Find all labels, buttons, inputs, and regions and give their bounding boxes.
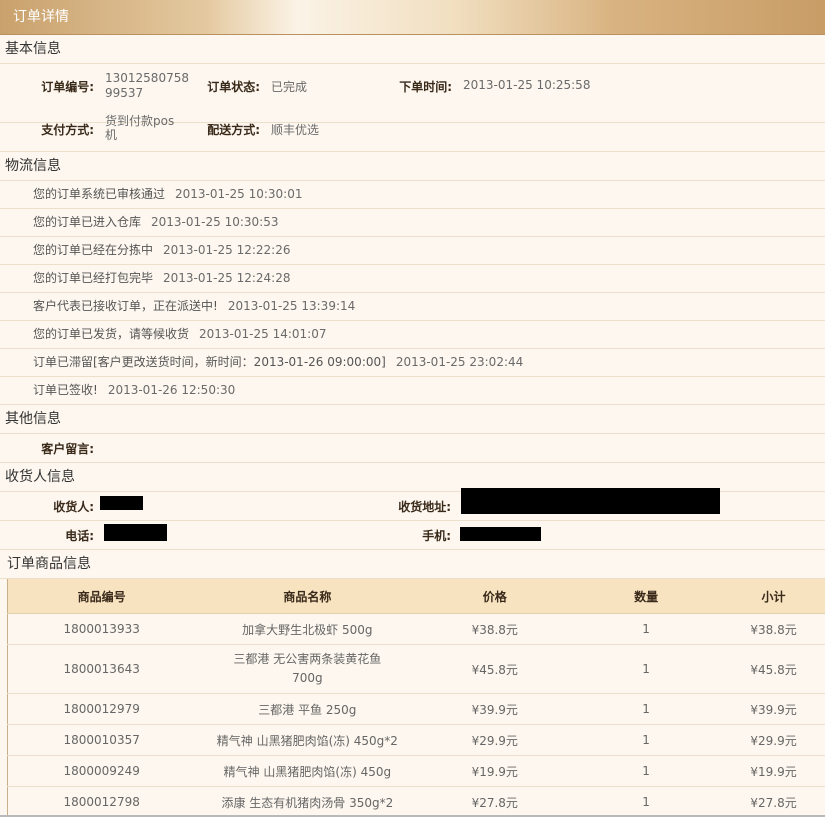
section-other-info: 其他信息 [0,405,825,434]
cell-price: ¥19.9元 [419,756,570,787]
cell-qty: 1 [570,787,722,818]
cell-id: 1800012979 [8,694,196,725]
cell-price: ¥45.8元 [419,645,570,694]
window-title: 订单详情 [0,0,825,35]
logistics-time: 2013-01-25 12:24:28 [163,271,290,285]
cell-id: 1800009249 [8,756,196,787]
logistics-time: 2013-01-25 23:02:44 [396,355,523,369]
cell-name: 三都港 无公害两条装黄花鱼 700g [217,650,397,688]
receiver-row-1: 收货人: 收货地址: [0,492,825,521]
cell-name: 添康 生态有机猪肉汤骨 350g*2 [195,787,419,818]
payment-method-line2: 机 [105,126,117,143]
logistics-item: 订单已签收! 2013-01-26 12:50:30 [0,377,825,405]
cell-id: 1800012798 [8,787,196,818]
goods-table: 商品编号 商品名称 价格 数量 小计 1800013933 加拿大野生北极虾 5… [7,579,825,818]
cell-subtotal: ¥27.8元 [722,787,825,818]
order-status-value: 已完成 [271,78,307,95]
payment-method-label: 支付方式: [30,121,94,138]
redacted-phone [104,524,167,541]
cell-qty: 1 [570,756,722,787]
col-header-price: 价格 [419,579,570,614]
cell-qty: 1 [570,694,722,725]
table-row: 1800012979 三都港 平鱼 250g ¥39.9元 1 ¥39.9元 [8,694,825,725]
shipping-method-label: 配送方式: [196,121,260,138]
cell-name: 精气神 山黑猪肥肉馅(冻) 450g [195,756,419,787]
cell-subtotal: ¥19.9元 [722,756,825,787]
phone-label: 电话: [30,527,94,544]
logistics-item: 客户代表已接收订单，正在派送中! 2013-01-25 13:39:14 [0,293,825,321]
cell-price: ¥39.9元 [419,694,570,725]
cell-name: 精气神 山黑猪肥肉馅(冻) 450g*2 [195,725,419,756]
order-time-label: 下单时间: [388,78,452,95]
section-basic-info: 基本信息 [0,35,825,64]
redacted-mobile [460,527,541,541]
logistics-item: 订单已滞留[客户更改送货时间，新时间：2013-01-26 09:00:00] 2… [0,349,825,377]
logistics-text: 您的订单已进入仓库 [33,215,141,229]
cell-subtotal: ¥45.8元 [722,645,825,694]
order-status-label: 订单状态: [196,78,260,95]
cell-qty: 1 [570,614,722,645]
order-no-label: 订单编号: [30,78,94,95]
goods-table-header: 商品编号 商品名称 价格 数量 小计 [8,579,825,614]
bottom-scroll-edge [0,815,825,827]
order-time-value: 2013-01-25 10:25:58 [463,78,590,92]
logistics-time: 2013-01-25 14:01:07 [199,327,326,341]
logistics-time: 2013-01-25 10:30:53 [151,215,278,229]
table-row: 1800009249 精气神 山黑猪肥肉馅(冻) 450g ¥19.9元 1 ¥… [8,756,825,787]
customer-message-row: 客户留言: [0,434,825,463]
logistics-item: 您的订单已经打包完毕 2013-01-25 12:24:28 [0,265,825,293]
cell-name: 三都港 平鱼 250g [195,694,419,725]
cell-subtotal: ¥39.9元 [722,694,825,725]
table-row: 1800013933 加拿大野生北极虾 500g ¥38.8元 1 ¥38.8元 [8,614,825,645]
customer-message-label: 客户留言: [30,440,94,457]
logistics-item: 您的订单已进入仓库 2013-01-25 10:30:53 [0,209,825,237]
col-header-id: 商品编号 [8,579,196,614]
logistics-item: 您的订单系统已审核通过 2013-01-25 10:30:01 [0,181,825,209]
redacted-receiver-address [461,488,720,514]
cell-name-wrap: 三都港 无公害两条装黄花鱼 700g [195,645,419,694]
order-no-value-line2: 99537 [105,86,143,100]
redacted-receiver-name [100,496,143,510]
logistics-text: 您的订单已发货，请等候收货 [33,327,189,341]
section-logistics: 物流信息 [0,152,825,181]
logistics-time: 2013-01-25 12:22:26 [163,243,290,257]
col-header-subtotal: 小计 [722,579,825,614]
order-no-value-line1: 13012580758 [105,71,189,85]
cell-qty: 1 [570,725,722,756]
logistics-time: 2013-01-26 12:50:30 [108,383,235,397]
logistics-time: 2013-01-25 10:30:01 [175,187,302,201]
mobile-label: 手机: [385,527,451,544]
shipping-method-value: 顺丰优选 [271,121,319,138]
cell-subtotal: ¥38.8元 [722,614,825,645]
table-row: 1800013643 三都港 无公害两条装黄花鱼 700g ¥45.8元 1 ¥… [8,645,825,694]
section-order-goods: 订单商品信息 [0,550,825,579]
receiver-name-label: 收货人: [30,498,94,515]
basic-row-2: 支付方式: 货到付款pos 机 配送方式: 顺丰优选 [0,123,825,152]
logistics-text: 客户代表已接收订单，正在派送中! [33,299,218,313]
cell-id: 1800013933 [8,614,196,645]
cell-price: ¥27.8元 [419,787,570,818]
cell-id: 1800010357 [8,725,196,756]
receiver-address-label: 收货地址: [385,498,451,515]
cell-price: ¥38.8元 [419,614,570,645]
cell-qty: 1 [570,645,722,694]
col-header-qty: 数量 [570,579,722,614]
logistics-text: 您的订单已经在分拣中 [33,243,153,257]
receiver-row-2: 电话: 手机: [0,521,825,550]
order-detail-window: 订单详情 基本信息 订单编号: 13012580758 99537 订单状态: … [0,0,825,825]
logistics-text: 您的订单系统已审核通过 [33,187,165,201]
table-row: 1800012798 添康 生态有机猪肉汤骨 350g*2 ¥27.8元 1 ¥… [8,787,825,818]
cell-price: ¥29.9元 [419,725,570,756]
logistics-time: 2013-01-25 13:39:14 [228,299,355,313]
logistics-text: 您的订单已经打包完毕 [33,271,153,285]
cell-id: 1800013643 [8,645,196,694]
logistics-text: 订单已签收! [33,383,98,397]
cell-subtotal: ¥29.9元 [722,725,825,756]
col-header-name: 商品名称 [195,579,419,614]
logistics-text: 订单已滞留[客户更改送货时间，新时间：2013-01-26 09:00:00] [33,355,386,369]
logistics-item: 您的订单已经在分拣中 2013-01-25 12:22:26 [0,237,825,265]
table-row: 1800010357 精气神 山黑猪肥肉馅(冻) 450g*2 ¥29.9元 1… [8,725,825,756]
cell-name: 加拿大野生北极虾 500g [195,614,419,645]
logistics-item: 您的订单已发货，请等候收货 2013-01-25 14:01:07 [0,321,825,349]
